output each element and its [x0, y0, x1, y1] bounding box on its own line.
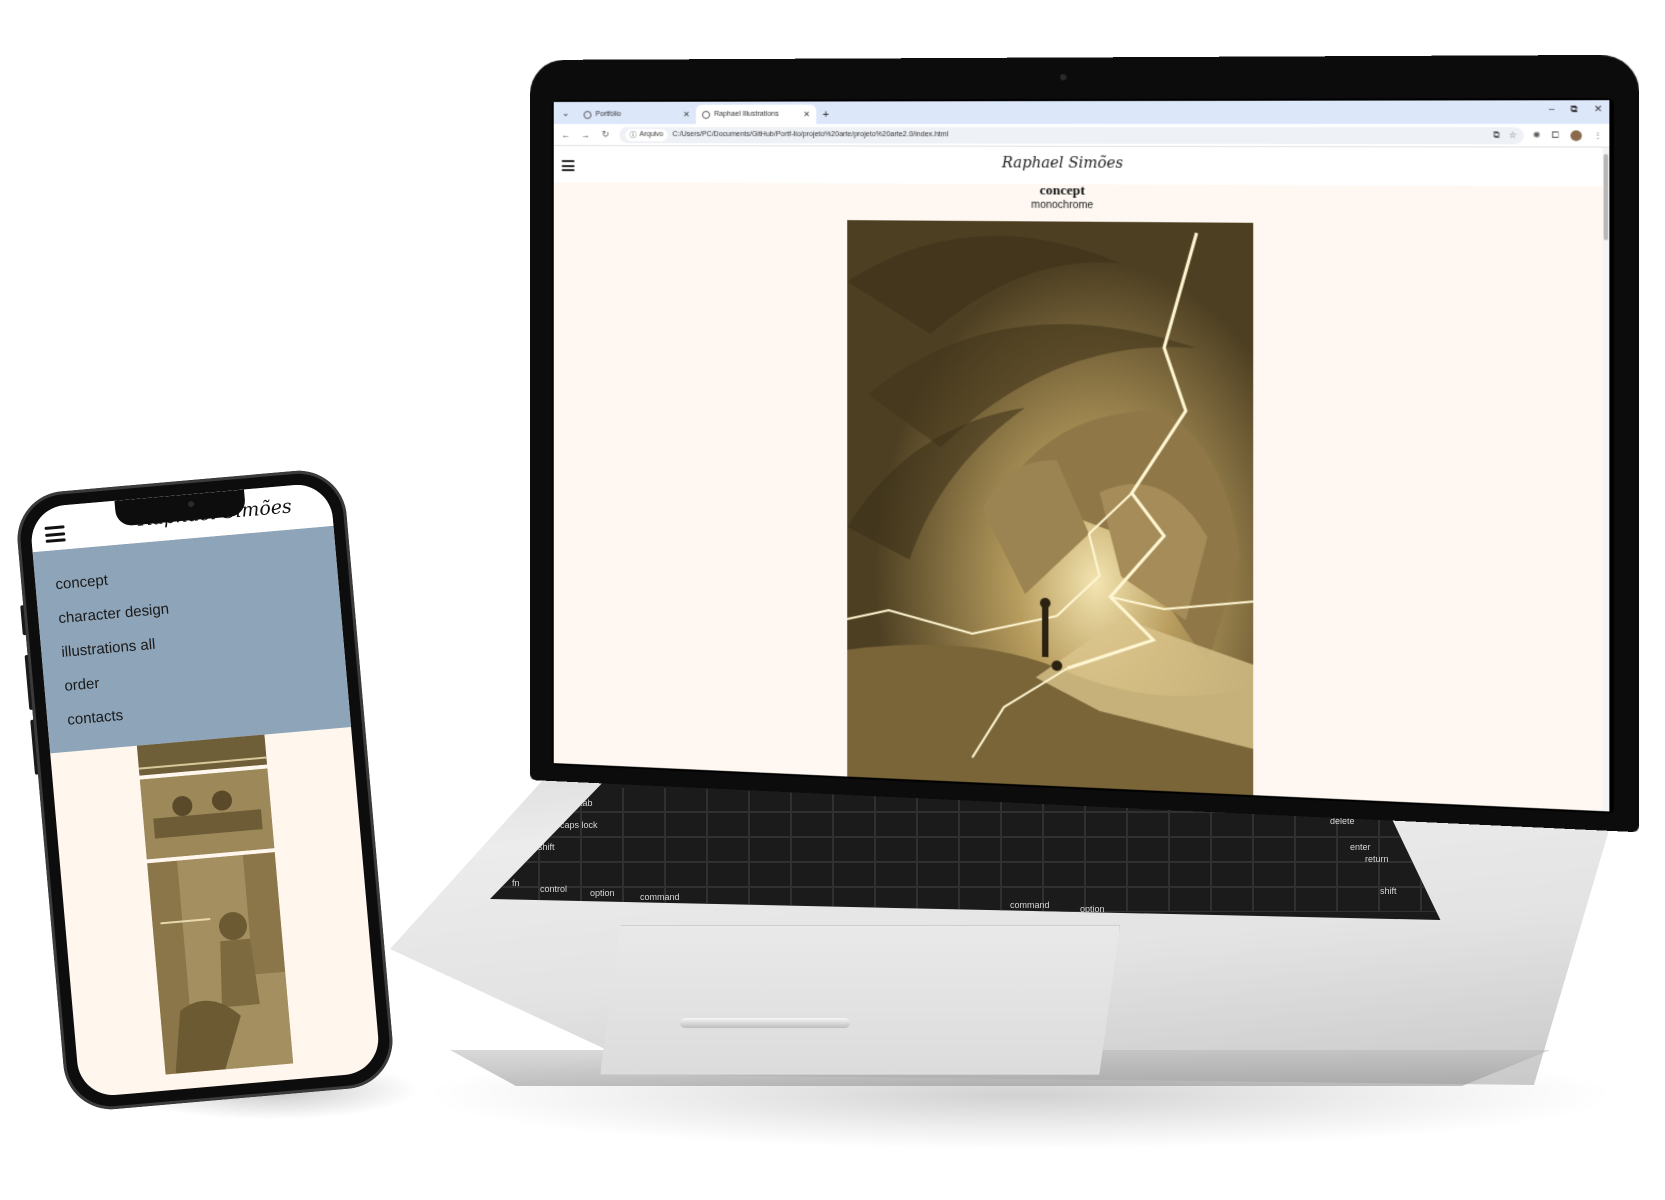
- web-page: Raphael Simões concept monochrome: [553, 146, 1610, 812]
- key-fn: fn: [512, 878, 520, 888]
- site-header: Raphael Simões: [553, 146, 1610, 187]
- trackpad[interactable]: [600, 925, 1120, 1075]
- extension-area: ✺ ⧠ ⋮: [1533, 129, 1602, 141]
- close-window-icon[interactable]: ✕: [1594, 103, 1603, 115]
- site-info-chip[interactable]: ⓘ Arquivo: [625, 128, 668, 141]
- restore-icon[interactable]: ⧉: [1570, 103, 1577, 115]
- page-scrollbar[interactable]: [1602, 147, 1610, 812]
- bookmark-star-icon[interactable]: ☆: [1509, 130, 1517, 141]
- forward-arrow-icon[interactable]: →: [580, 130, 592, 140]
- laptop-lid: ⌄ Portfólio ✕ Raphael Illustrations ✕ + …: [530, 54, 1640, 833]
- key-option-left: option: [590, 888, 615, 898]
- front-camera-icon: [187, 500, 195, 508]
- browser-toolbar: ← → ↻ ⓘ Arquivo C:/Users/PC/Documents/Gi…: [553, 123, 1610, 148]
- tab-search-chevron-icon[interactable]: ⌄: [558, 105, 574, 121]
- kebab-menu-icon[interactable]: ⋮: [1593, 130, 1602, 140]
- mobile-nav-menu: concept character design illustrations a…: [32, 525, 352, 754]
- tab-portfolio[interactable]: Portfólio ✕: [578, 105, 696, 124]
- tab-strip: ⌄ Portfólio ✕ Raphael Illustrations ✕ + …: [553, 100, 1610, 124]
- globe-icon: [583, 110, 592, 119]
- key-caps-lock: caps lock: [560, 820, 598, 830]
- key-return: return: [1365, 854, 1389, 864]
- tab-raphael-illustrations[interactable]: Raphael Illustrations ✕: [695, 104, 817, 124]
- hamburger-menu-icon[interactable]: [44, 525, 66, 543]
- gallery-image[interactable]: [147, 852, 294, 1075]
- key-shift-right: shift: [1380, 886, 1397, 896]
- new-tab-button[interactable]: +: [822, 109, 829, 121]
- address-bar[interactable]: ⓘ Arquivo C:/Users/PC/Documents/GitHub/P…: [619, 126, 1524, 144]
- scrollbar-thumb[interactable]: [1603, 154, 1609, 241]
- lid-open-notch: [680, 1018, 850, 1028]
- mobile-gallery: [136, 734, 294, 1075]
- info-icon: ⓘ: [629, 131, 637, 139]
- url-text[interactable]: C:/Users/PC/Documents/GitHub/Portf-lio/p…: [672, 131, 948, 138]
- back-arrow-icon[interactable]: ←: [560, 130, 572, 140]
- translate-icon[interactable]: ⧉: [1493, 130, 1499, 141]
- webcam-icon: [1060, 74, 1067, 81]
- key-enter: enter: [1350, 842, 1371, 852]
- tab-title: Portfólio: [595, 110, 622, 118]
- smartphone: Raphael Simões concept character design …: [13, 466, 397, 1114]
- site-logo[interactable]: Raphael Simões: [554, 154, 1610, 173]
- puzzle-icon[interactable]: ⧠: [1552, 130, 1559, 141]
- globe-icon: [701, 110, 711, 119]
- close-tab-icon[interactable]: ✕: [803, 110, 810, 119]
- gallery-image[interactable]: [139, 768, 275, 860]
- minimize-icon[interactable]: –: [1549, 103, 1555, 115]
- phone-screen: Raphael Simões concept character design …: [28, 481, 382, 1099]
- window-controls: – ⧉ ✕: [1549, 103, 1603, 115]
- close-tab-icon[interactable]: ✕: [683, 110, 690, 119]
- extension-icon[interactable]: ✺: [1533, 130, 1541, 140]
- key-command-right: command: [1010, 900, 1050, 910]
- lightning-rift-illustration[interactable]: [847, 220, 1254, 812]
- key-control: control: [540, 884, 568, 894]
- omnibox-icons: ⧉ ☆: [1493, 130, 1517, 141]
- browser-window: ⌄ Portfólio ✕ Raphael Illustrations ✕ + …: [553, 100, 1610, 812]
- profile-avatar[interactable]: [1570, 129, 1582, 141]
- tab-title: Raphael Illustrations: [714, 110, 779, 118]
- key-command-left: command: [640, 892, 680, 902]
- reload-icon[interactable]: ↻: [599, 129, 611, 140]
- site-info-label: Arquivo: [639, 131, 664, 139]
